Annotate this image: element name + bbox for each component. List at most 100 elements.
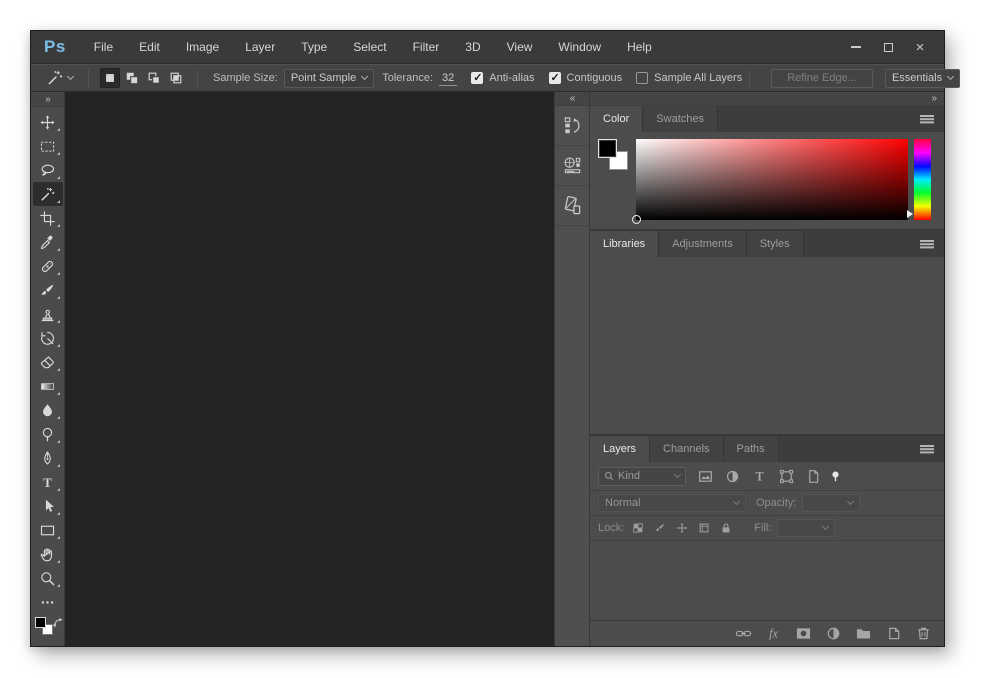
tool-icon <box>39 426 56 443</box>
zoom-tool[interactable] <box>33 566 63 590</box>
brush-tool[interactable] <box>33 278 63 302</box>
saturation-brightness-field[interactable] <box>632 139 908 224</box>
menu-type[interactable]: Type <box>288 31 340 63</box>
workspace-dropdown[interactable]: Essentials <box>884 68 961 88</box>
minimize-button[interactable] <box>840 36 872 58</box>
maximize-button[interactable] <box>872 36 904 58</box>
menu-3d[interactable]: 3D <box>452 31 493 63</box>
filter-type-layers-button[interactable]: T <box>752 469 767 484</box>
spot-healing-brush-tool[interactable] <box>33 254 63 278</box>
menu-select[interactable]: Select <box>340 31 399 63</box>
menu-view[interactable]: View <box>494 31 546 63</box>
foreground-color-swatch[interactable] <box>35 617 46 628</box>
lasso-tool[interactable] <box>33 158 63 182</box>
rectangle-tool[interactable] <box>33 518 63 542</box>
close-button[interactable]: × <box>904 36 936 58</box>
move-tool[interactable] <box>33 110 63 134</box>
layer-filter-kind-dropdown[interactable]: Kind <box>598 466 686 486</box>
new-selection-button[interactable] <box>100 68 120 88</box>
subtract-from-selection-button[interactable] <box>144 68 164 88</box>
foreground-color-swatch[interactable] <box>598 139 617 158</box>
contiguous-checkbox[interactable]: Contiguous <box>548 71 623 84</box>
sample-all-layers-checkbox[interactable]: Sample All Layers <box>636 72 742 84</box>
fill-field[interactable] <box>777 519 836 537</box>
tab-swatches[interactable]: Swatches <box>643 106 718 132</box>
filter-toggle-pin[interactable] <box>829 470 842 483</box>
opacity-field[interactable] <box>802 494 861 512</box>
tab-channels[interactable]: Channels <box>650 436 724 462</box>
tab-adjustments[interactable]: Adjustments <box>659 231 747 257</box>
add-layer-mask-button[interactable] <box>795 626 812 641</box>
hand-tool[interactable] <box>33 542 63 566</box>
menu-window[interactable]: Window <box>545 31 614 63</box>
tab-color[interactable]: Color <box>590 106 644 132</box>
gradient-tool[interactable] <box>33 374 63 398</box>
dock-expand-button[interactable]: « <box>555 92 589 106</box>
lock-buttons <box>632 522 732 534</box>
lock-pixels-button[interactable] <box>654 522 666 534</box>
sample-size-dropdown[interactable]: Point Sample <box>283 68 375 88</box>
intersect-selection-button[interactable] <box>166 68 186 88</box>
adjustment-layer-button[interactable] <box>825 626 842 641</box>
rectangular-marquee-tool[interactable] <box>33 134 63 158</box>
dock-collapse-button[interactable]: » <box>590 92 944 106</box>
link-layers-button[interactable] <box>735 626 752 641</box>
type-tool[interactable]: T <box>33 470 63 494</box>
tab-libraries[interactable]: Libraries <box>590 231 660 257</box>
checkbox-label: Contiguous <box>566 72 623 84</box>
swap-colors-icon[interactable] <box>52 617 63 628</box>
anti-alias-checkbox[interactable]: Anti-alias <box>471 71 535 84</box>
tab-paths[interactable]: Paths <box>723 436 779 462</box>
toolbar-collapse-button[interactable]: » <box>31 92 64 107</box>
panel-menu-icon[interactable] <box>920 445 934 447</box>
lock-transparency-button[interactable] <box>632 522 644 534</box>
dodge-tool[interactable] <box>33 422 63 446</box>
layer-style-button[interactable]: fx <box>765 626 782 641</box>
filter-adjustment-layers-button[interactable] <box>725 469 740 484</box>
new-layer-button[interactable] <box>885 626 902 641</box>
tool-preset-picker[interactable] <box>42 69 81 87</box>
document-canvas[interactable] <box>65 92 554 646</box>
layers-list <box>590 541 944 620</box>
color-picker-circle[interactable] <box>632 215 641 224</box>
hue-slider-pointer[interactable] <box>907 210 913 218</box>
menu-edit[interactable]: Edit <box>126 31 173 63</box>
sample-size-label: Sample Size: <box>213 72 278 84</box>
edit-toolbar-button[interactable] <box>33 590 63 614</box>
lock-all-button[interactable] <box>720 522 732 534</box>
pen-tool[interactable] <box>33 446 63 470</box>
history-panel-button[interactable] <box>555 106 589 146</box>
menu-file[interactable]: File <box>81 31 126 63</box>
panel-menu-icon[interactable] <box>920 115 934 117</box>
panel-menu-icon[interactable] <box>920 240 934 242</box>
device-preview-panel-button[interactable] <box>555 186 589 226</box>
menu-filter[interactable]: Filter <box>400 31 453 63</box>
collapsed-panel-buttons <box>555 106 589 226</box>
path-selection-tool[interactable] <box>33 494 63 518</box>
magic-wand-tool[interactable] <box>32 182 63 206</box>
lock-position-button[interactable] <box>676 522 688 534</box>
filter-pixel-layers-button[interactable] <box>698 469 713 484</box>
menu-image[interactable]: Image <box>173 31 232 63</box>
eyedropper-tool[interactable] <box>33 230 63 254</box>
blur-tool[interactable] <box>33 398 63 422</box>
tolerance-input[interactable]: 32 <box>439 71 458 86</box>
blend-mode-dropdown[interactable]: Normal <box>598 494 746 512</box>
eraser-tool[interactable] <box>33 350 63 374</box>
delete-layer-button[interactable] <box>915 626 932 641</box>
history-brush-tool[interactable] <box>33 326 63 350</box>
refine-edge-button[interactable]: Refine Edge... <box>771 68 873 88</box>
crop-tool[interactable] <box>33 206 63 230</box>
tab-layers[interactable]: Layers <box>590 436 651 462</box>
menu-layer[interactable]: Layer <box>232 31 288 63</box>
new-group-button[interactable] <box>855 626 872 641</box>
add-to-selection-button[interactable] <box>122 68 142 88</box>
tab-styles[interactable]: Styles <box>746 231 804 257</box>
export-panel-button[interactable] <box>555 146 589 186</box>
clone-stamp-tool[interactable] <box>33 302 63 326</box>
filter-smart-objects-button[interactable] <box>806 469 821 484</box>
filter-shape-layers-button[interactable] <box>779 469 794 484</box>
menu-help[interactable]: Help <box>614 31 665 63</box>
hue-slider[interactable] <box>907 139 931 220</box>
lock-artboard-button[interactable] <box>698 522 710 534</box>
